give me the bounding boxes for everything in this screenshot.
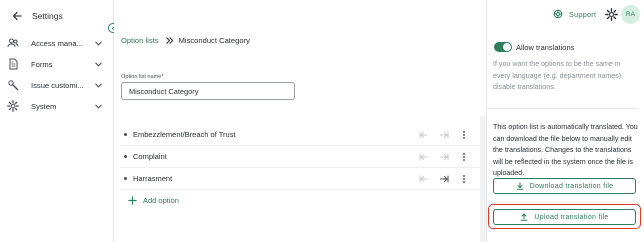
upload-icon bbox=[520, 213, 528, 221]
list-item[interactable]: Harrasment bbox=[120, 168, 480, 190]
avatar[interactable]: RA bbox=[621, 5, 640, 24]
outdent-icon[interactable] bbox=[419, 130, 429, 140]
indent-icon[interactable] bbox=[439, 130, 449, 140]
list-item[interactable]: Complaint bbox=[120, 146, 480, 168]
option-list-name-label: Option list name* bbox=[121, 74, 164, 80]
chevron-down-icon bbox=[94, 102, 103, 111]
sidebar: Settings Access mana... Forms Issue cust… bbox=[0, 0, 114, 242]
breadcrumb-link-option-lists[interactable]: Option lists bbox=[121, 36, 159, 45]
list-item[interactable]: Embezzlement/Breach of Trust bbox=[120, 124, 480, 146]
support-button[interactable]: Support bbox=[553, 9, 596, 19]
divider bbox=[487, 108, 638, 109]
main-content: Option lists Misconduct Category Option … bbox=[114, 0, 486, 242]
sidebar-item-issue-customization[interactable]: Issue customi... bbox=[0, 75, 112, 95]
support-label: Support bbox=[569, 9, 597, 19]
bullet bbox=[124, 155, 127, 158]
more-vertical-icon[interactable] bbox=[459, 152, 469, 162]
outdent-icon[interactable] bbox=[419, 174, 429, 184]
arrow-left-icon[interactable] bbox=[11, 10, 23, 22]
option-label: Complaint bbox=[133, 152, 167, 161]
translation-info-text: This option list is automatically transl… bbox=[493, 123, 638, 178]
sidebar-item-forms[interactable]: Forms bbox=[0, 54, 112, 74]
indent-icon[interactable] bbox=[439, 174, 449, 184]
upload-label: Upload translation file bbox=[534, 213, 609, 221]
lifebuoy-icon bbox=[553, 9, 563, 19]
sidebar-title: Settings bbox=[32, 11, 63, 21]
sidebar-item-label: System bbox=[31, 101, 57, 111]
sidebar-item-label: Access mana... bbox=[31, 38, 83, 48]
plus-icon bbox=[128, 195, 137, 205]
breadcrumb-current: Misconduct Category bbox=[178, 36, 250, 45]
option-label: Harrasment bbox=[133, 174, 173, 183]
upload-translation-file-button[interactable]: Upload translation file bbox=[493, 209, 636, 225]
options-list: Embezzlement/Breach of Trust Complaint H… bbox=[120, 124, 480, 211]
chevron-down-icon bbox=[94, 60, 103, 69]
sidebar-item-label: Issue customi... bbox=[31, 80, 84, 90]
add-option-label: Add option bbox=[143, 195, 179, 205]
option-label: Embezzlement/Breach of Trust bbox=[133, 130, 236, 139]
sidebar-item-system[interactable]: System bbox=[0, 96, 112, 116]
indent-icon[interactable] bbox=[439, 152, 449, 162]
download-label: Download translation file bbox=[529, 182, 614, 190]
chevron-down-icon bbox=[94, 39, 103, 48]
allow-translations-label: Allow translations bbox=[516, 43, 575, 52]
toggle-knob bbox=[503, 43, 511, 51]
translations-help-text: If you want the options to be the same i… bbox=[493, 60, 624, 91]
users-icon bbox=[7, 37, 19, 49]
more-vertical-icon[interactable] bbox=[459, 130, 469, 140]
outdent-icon[interactable] bbox=[419, 152, 429, 162]
sidebar-item-access-management[interactable]: Access mana... bbox=[0, 33, 112, 53]
document-icon bbox=[7, 58, 19, 70]
sidebar-header[interactable]: Settings bbox=[0, 0, 114, 32]
option-list-name-input[interactable] bbox=[121, 82, 295, 100]
wrench-icon bbox=[7, 79, 19, 91]
bullet bbox=[124, 133, 127, 136]
download-icon bbox=[516, 182, 524, 190]
download-translation-file-button[interactable]: Download translation file bbox=[493, 178, 636, 194]
gear-icon bbox=[7, 100, 19, 112]
breadcrumb: Option lists Misconduct Category bbox=[121, 36, 250, 45]
more-vertical-icon[interactable] bbox=[459, 174, 469, 184]
chevron-down-icon bbox=[94, 81, 103, 90]
sidebar-item-label: Forms bbox=[31, 59, 53, 69]
allow-translations-toggle[interactable] bbox=[494, 42, 512, 52]
add-option-button[interactable]: Add option bbox=[120, 190, 179, 210]
bullet bbox=[124, 177, 127, 180]
settings-gear-icon[interactable] bbox=[605, 8, 618, 21]
double-chevron-right-icon bbox=[165, 36, 174, 45]
